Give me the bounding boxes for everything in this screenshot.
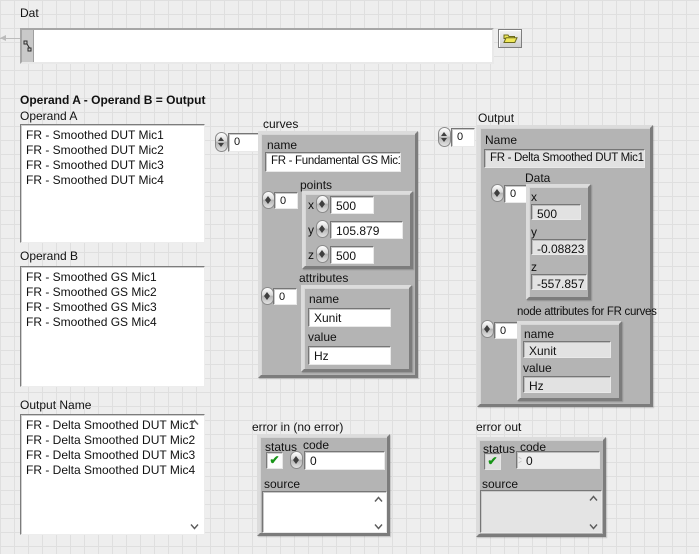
points-index-field[interactable]: 0: [274, 192, 298, 209]
data-x-field: 500: [531, 204, 581, 220]
list-item[interactable]: FR - Smoothed GS Mic3: [26, 300, 204, 315]
folder-icon: [503, 33, 518, 44]
source-label: source: [264, 478, 300, 491]
operand-b-listbox[interactable]: FR - Smoothed GS Mic1 FR - Smoothed GS M…: [20, 266, 205, 387]
attribute-value-field[interactable]: Hz: [308, 346, 391, 365]
scroll-down-icon[interactable]: [588, 523, 599, 530]
error-in-code-field[interactable]: 0: [304, 451, 385, 470]
list-item[interactable]: FR - Delta Smoothed DUT Mic2: [26, 433, 204, 448]
list-item[interactable]: FR - Smoothed DUT Mic2: [26, 143, 204, 158]
node-attributes-index-field[interactable]: 0: [494, 322, 519, 339]
attribute-name-label: name: [309, 293, 339, 306]
output-name-value-field: FR - Delta Smoothed DUT Mic1: [484, 149, 645, 168]
node-attributes-label: node attributes for FR curves: [517, 306, 657, 319]
scroll-up-icon[interactable]: [189, 419, 200, 426]
browse-button[interactable]: [498, 29, 522, 48]
list-item[interactable]: FR - Delta Smoothed DUT Mic1: [26, 418, 204, 433]
scroll-down-icon[interactable]: [373, 523, 384, 530]
status-checkbox[interactable]: ✔: [266, 452, 283, 469]
y-label: y: [531, 226, 537, 239]
list-item[interactable]: FR - Smoothed DUT Mic3: [26, 158, 204, 173]
path-control[interactable]: [20, 28, 494, 64]
z-label: z: [308, 249, 314, 262]
output-name-listbox[interactable]: FR - Delta Smoothed DUT Mic1 FR - Delta …: [20, 414, 205, 535]
data-index-field[interactable]: 0: [504, 185, 527, 203]
error-in-source-field[interactable]: [262, 491, 387, 533]
checkmark-icon: ✔: [269, 453, 279, 467]
scroll-up-icon[interactable]: [373, 496, 384, 503]
error-out-code-field: 0: [516, 451, 600, 469]
operand-a-listbox[interactable]: FR - Smoothed DUT Mic1 FR - Smoothed DUT…: [20, 124, 205, 243]
attributes-cluster: name Xunit value Hz: [301, 285, 412, 372]
curve-name-label: name: [267, 139, 297, 152]
checkmark-icon: ✔: [487, 454, 497, 468]
points-cluster: x 500 y 105.879 z 500: [302, 191, 413, 269]
list-item[interactable]: FR - Delta Smoothed DUT Mic4: [26, 463, 204, 478]
error-in-label: error in (no error): [252, 421, 343, 434]
path-glyph-icon: [23, 40, 32, 52]
x-label: x: [308, 199, 314, 212]
error-out-cluster: status code ✔ 0 source: [476, 437, 606, 537]
node-attribute-value-label: value: [523, 362, 552, 375]
output-cluster: Name FR - Delta Smoothed DUT Mic1 Data 0…: [477, 125, 653, 407]
error-out-label: error out: [476, 421, 521, 434]
radix-mark-icon: [518, 455, 522, 465]
point-y-field[interactable]: 105.879: [330, 221, 403, 239]
point-x-field[interactable]: 500: [330, 196, 374, 214]
attribute-value-label: value: [308, 331, 337, 344]
curves-index-field[interactable]: 0: [228, 133, 260, 152]
data-cluster: x 500 y -0.08823 z -557.857: [526, 184, 591, 300]
error-in-cluster: status code ✔ 0 source: [257, 434, 390, 536]
scroll-down-icon[interactable]: [189, 523, 200, 530]
node-attributes-cluster: name Xunit value Hz: [517, 321, 622, 401]
increment-decrement-icon[interactable]: [316, 195, 329, 213]
y-label: y: [308, 224, 314, 237]
error-out-source-field: [480, 490, 602, 533]
list-item[interactable]: FR - Smoothed DUT Mic1: [26, 128, 204, 143]
node-attribute-name-field: Xunit: [523, 341, 611, 358]
increment-decrement-icon[interactable]: [491, 184, 504, 202]
curves-cluster: name FR - Fundamental GS Mic1 points 0 x…: [258, 131, 418, 378]
output-name-label: Output Name: [20, 399, 91, 412]
list-item[interactable]: FR - Smoothed DUT Mic4: [26, 173, 204, 188]
data-y-field: -0.08823: [531, 239, 587, 255]
node-attribute-name-label: name: [524, 328, 554, 341]
operand-a-label: Operand A: [20, 110, 77, 123]
path-input[interactable]: [34, 30, 492, 62]
data-z-field: -557.857: [531, 274, 587, 290]
increment-decrement-icon[interactable]: [316, 220, 329, 238]
path-label: Dat: [20, 7, 39, 20]
list-item[interactable]: FR - Delta Smoothed DUT Mic3: [26, 448, 204, 463]
node-attribute-value-field: Hz: [523, 376, 611, 393]
point-z-field[interactable]: 500: [330, 246, 374, 264]
list-item[interactable]: FR - Smoothed GS Mic4: [26, 315, 204, 330]
attributes-index-field[interactable]: 0: [273, 288, 297, 305]
increment-decrement-icon[interactable]: [438, 127, 451, 147]
attribute-name-field[interactable]: Xunit: [308, 308, 391, 327]
x-label: x: [531, 191, 537, 204]
operation-heading: Operand A - Operand B = Output: [20, 94, 205, 107]
z-label: z: [531, 261, 537, 274]
output-name-field-label: Name: [485, 134, 517, 147]
increment-decrement-icon[interactable]: [215, 132, 228, 152]
attributes-label: attributes: [299, 272, 348, 285]
operand-b-label: Operand B: [20, 250, 78, 263]
curves-label: curves: [263, 118, 298, 131]
path-type-strip: [22, 30, 34, 62]
scroll-up-icon[interactable]: [588, 495, 599, 502]
output-index-field[interactable]: 0: [451, 128, 475, 147]
list-item[interactable]: FR - Smoothed GS Mic1: [26, 270, 204, 285]
list-item[interactable]: FR - Smoothed GS Mic2: [26, 285, 204, 300]
status-indicator: ✔: [484, 453, 501, 470]
curve-name-field[interactable]: FR - Fundamental GS Mic1: [265, 152, 401, 172]
increment-decrement-icon[interactable]: [481, 320, 494, 338]
wire-arrow-icon: [0, 35, 6, 41]
output-label: Output: [478, 112, 514, 125]
increment-decrement-icon[interactable]: [290, 451, 303, 469]
increment-decrement-icon[interactable]: [316, 245, 329, 263]
